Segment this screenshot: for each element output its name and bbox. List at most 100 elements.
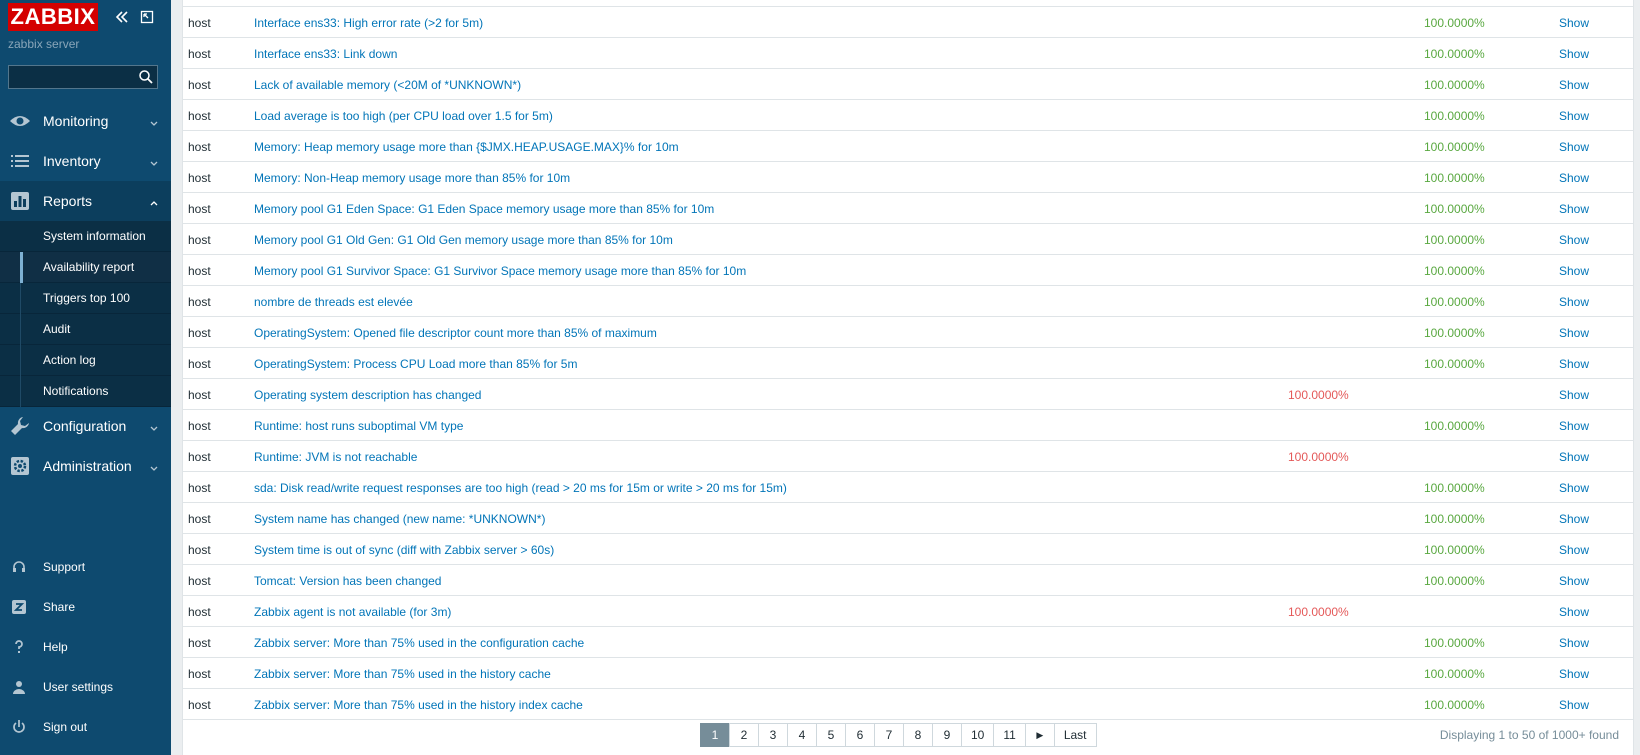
table-row: host Memory: Heap memory usage more than …	[183, 131, 1634, 162]
page-button[interactable]: 11	[993, 723, 1026, 747]
problems-percent: 100.0000%	[1288, 450, 1349, 464]
ok-percent: 100.0000%	[1424, 47, 1485, 61]
table-row: host Lack of available memory (<20M of *U…	[183, 69, 1634, 100]
nav-configuration[interactable]: Configuration	[0, 406, 171, 446]
show-graph-link[interactable]: Show	[1559, 636, 1589, 650]
show-graph-link[interactable]: Show	[1559, 543, 1589, 557]
ok-percent: 100.0000%	[1424, 512, 1485, 526]
show-graph-link[interactable]: Show	[1559, 264, 1589, 278]
trigger-name-link[interactable]: Zabbix server: More than 75% used in the…	[254, 667, 551, 681]
trigger-name-link[interactable]: Zabbix agent is not available (for 3m)	[254, 605, 451, 619]
trigger-name-link[interactable]: Memory pool G1 Eden Space: G1 Eden Space…	[254, 202, 714, 216]
table-row: host OperatingSystem: Process CPU Load mo…	[183, 348, 1634, 379]
ok-percent: 100.0000%	[1424, 481, 1485, 495]
trigger-name-link[interactable]: Runtime: host runs suboptimal VM type	[254, 419, 463, 433]
show-graph-link[interactable]: Show	[1559, 605, 1589, 619]
zabbix-logo[interactable]: ZABBIX	[8, 3, 98, 31]
nav-share[interactable]: Share	[0, 587, 171, 627]
page-button[interactable]: 1	[700, 723, 730, 747]
table-row: host Operating system description has cha…	[183, 379, 1634, 410]
nav-inventory[interactable]: Inventory	[0, 141, 171, 181]
trigger-name-link[interactable]: OperatingSystem: Process CPU Load more t…	[254, 357, 577, 371]
collapse-sidebar-icon[interactable]	[114, 9, 130, 25]
show-graph-link[interactable]: Show	[1559, 481, 1589, 495]
trigger-name-link[interactable]: System time is out of sync (diff with Za…	[254, 543, 554, 557]
ok-percent: 100.0000%	[1424, 109, 1485, 123]
search-input[interactable]	[9, 66, 137, 88]
show-graph-link[interactable]: Show	[1559, 388, 1589, 402]
nav-user-settings[interactable]: User settings	[0, 667, 171, 707]
nav-reports[interactable]: Reports	[0, 181, 171, 221]
show-graph-link[interactable]: Show	[1559, 357, 1589, 371]
ok-percent: 100.0000%	[1424, 140, 1485, 154]
page-button[interactable]: 7	[874, 723, 904, 747]
trigger-name-link[interactable]: Interface ens33: Link down	[254, 47, 397, 61]
show-graph-link[interactable]: Show	[1559, 202, 1589, 216]
kiosk-mode-icon[interactable]	[139, 9, 155, 25]
trigger-name-link[interactable]: Interface ens33: High error rate (>2 for…	[254, 16, 483, 30]
submenu-audit[interactable]: Audit	[0, 314, 171, 345]
trigger-name-link[interactable]: Lack of available memory (<20M of *UNKNO…	[254, 78, 521, 92]
trigger-name-link[interactable]: Memory: Heap memory usage more than {$JM…	[254, 140, 679, 154]
search-icon[interactable]	[138, 69, 154, 85]
show-graph-link[interactable]: Show	[1559, 574, 1589, 588]
submenu-notifications[interactable]: Notifications	[0, 376, 171, 407]
page-button[interactable]: 8	[903, 723, 933, 747]
reports-submenu: System information Availability report T…	[0, 221, 171, 407]
submenu-availability-report[interactable]: Availability report	[0, 252, 171, 283]
page-button[interactable]: 9	[932, 723, 962, 747]
nav-monitoring-label: Monitoring	[43, 113, 109, 129]
nav-help[interactable]: Help	[0, 627, 171, 667]
show-graph-link[interactable]: Show	[1559, 171, 1589, 185]
trigger-name-link[interactable]: sda: Disk read/write request responses a…	[254, 481, 787, 495]
show-graph-link[interactable]: Show	[1559, 78, 1589, 92]
page-button[interactable]: 3	[758, 723, 788, 747]
trigger-name-link[interactable]: System name has changed (new name: *UNKN…	[254, 512, 545, 526]
chevron-up-icon	[150, 197, 158, 206]
headset-icon	[11, 559, 27, 575]
submenu-system-information[interactable]: System information	[0, 221, 171, 252]
show-graph-link[interactable]: Show	[1559, 233, 1589, 247]
nav-sign-out[interactable]: Sign out	[0, 707, 171, 747]
host-cell: host	[188, 295, 211, 309]
last-page-button[interactable]: Last	[1053, 723, 1097, 747]
trigger-name-link[interactable]: Operating system description has changed	[254, 388, 481, 402]
submenu-action-log[interactable]: Action log	[0, 345, 171, 376]
page-button[interactable]: 5	[816, 723, 846, 747]
trigger-name-link[interactable]: Memory pool G1 Survivor Space: G1 Surviv…	[254, 264, 746, 278]
show-graph-link[interactable]: Show	[1559, 326, 1589, 340]
show-graph-link[interactable]: Show	[1559, 109, 1589, 123]
ok-percent: 100.0000%	[1424, 574, 1485, 588]
table-row: host Memory pool G1 Survivor Space: G1 Su…	[183, 255, 1634, 286]
nav-monitoring[interactable]: Monitoring	[0, 101, 171, 141]
show-graph-link[interactable]: Show	[1559, 16, 1589, 30]
show-graph-link[interactable]: Show	[1559, 140, 1589, 154]
nav-support-label: Support	[43, 560, 86, 574]
show-graph-link[interactable]: Show	[1559, 47, 1589, 61]
trigger-name-link[interactable]: Zabbix server: More than 75% used in the…	[254, 698, 583, 712]
page-button[interactable]: 6	[845, 723, 875, 747]
next-page-icon[interactable]: ▶	[1024, 723, 1055, 747]
trigger-name-link[interactable]: Tomcat: Version has been changed	[254, 574, 441, 588]
trigger-name-link[interactable]: Runtime: JVM is not reachable	[254, 450, 417, 464]
show-graph-link[interactable]: Show	[1559, 295, 1589, 309]
host-cell: host	[188, 264, 211, 278]
nav-support[interactable]: Support	[0, 547, 171, 587]
show-graph-link[interactable]: Show	[1559, 512, 1589, 526]
page-button[interactable]: 10	[961, 723, 995, 747]
ok-percent: 100.0000%	[1424, 357, 1485, 371]
trigger-name-link[interactable]: Memory: Non-Heap memory usage more than …	[254, 171, 570, 185]
page-button[interactable]: 2	[729, 723, 759, 747]
trigger-name-link[interactable]: OperatingSystem: Opened file descriptor …	[254, 326, 657, 340]
trigger-name-link[interactable]: Load average is too high (per CPU load o…	[254, 109, 553, 123]
trigger-name-link[interactable]: Zabbix server: More than 75% used in the…	[254, 636, 584, 650]
trigger-name-link[interactable]: Memory pool G1 Old Gen: G1 Old Gen memor…	[254, 233, 673, 247]
submenu-triggers-top-100[interactable]: Triggers top 100	[0, 283, 171, 314]
show-graph-link[interactable]: Show	[1559, 419, 1589, 433]
page-button[interactable]: 4	[787, 723, 817, 747]
nav-administration[interactable]: Administration	[0, 446, 171, 486]
trigger-name-link[interactable]: nombre de threads est elevée	[254, 295, 413, 309]
show-graph-link[interactable]: Show	[1559, 667, 1589, 681]
show-graph-link[interactable]: Show	[1559, 450, 1589, 464]
show-graph-link[interactable]: Show	[1559, 698, 1589, 712]
